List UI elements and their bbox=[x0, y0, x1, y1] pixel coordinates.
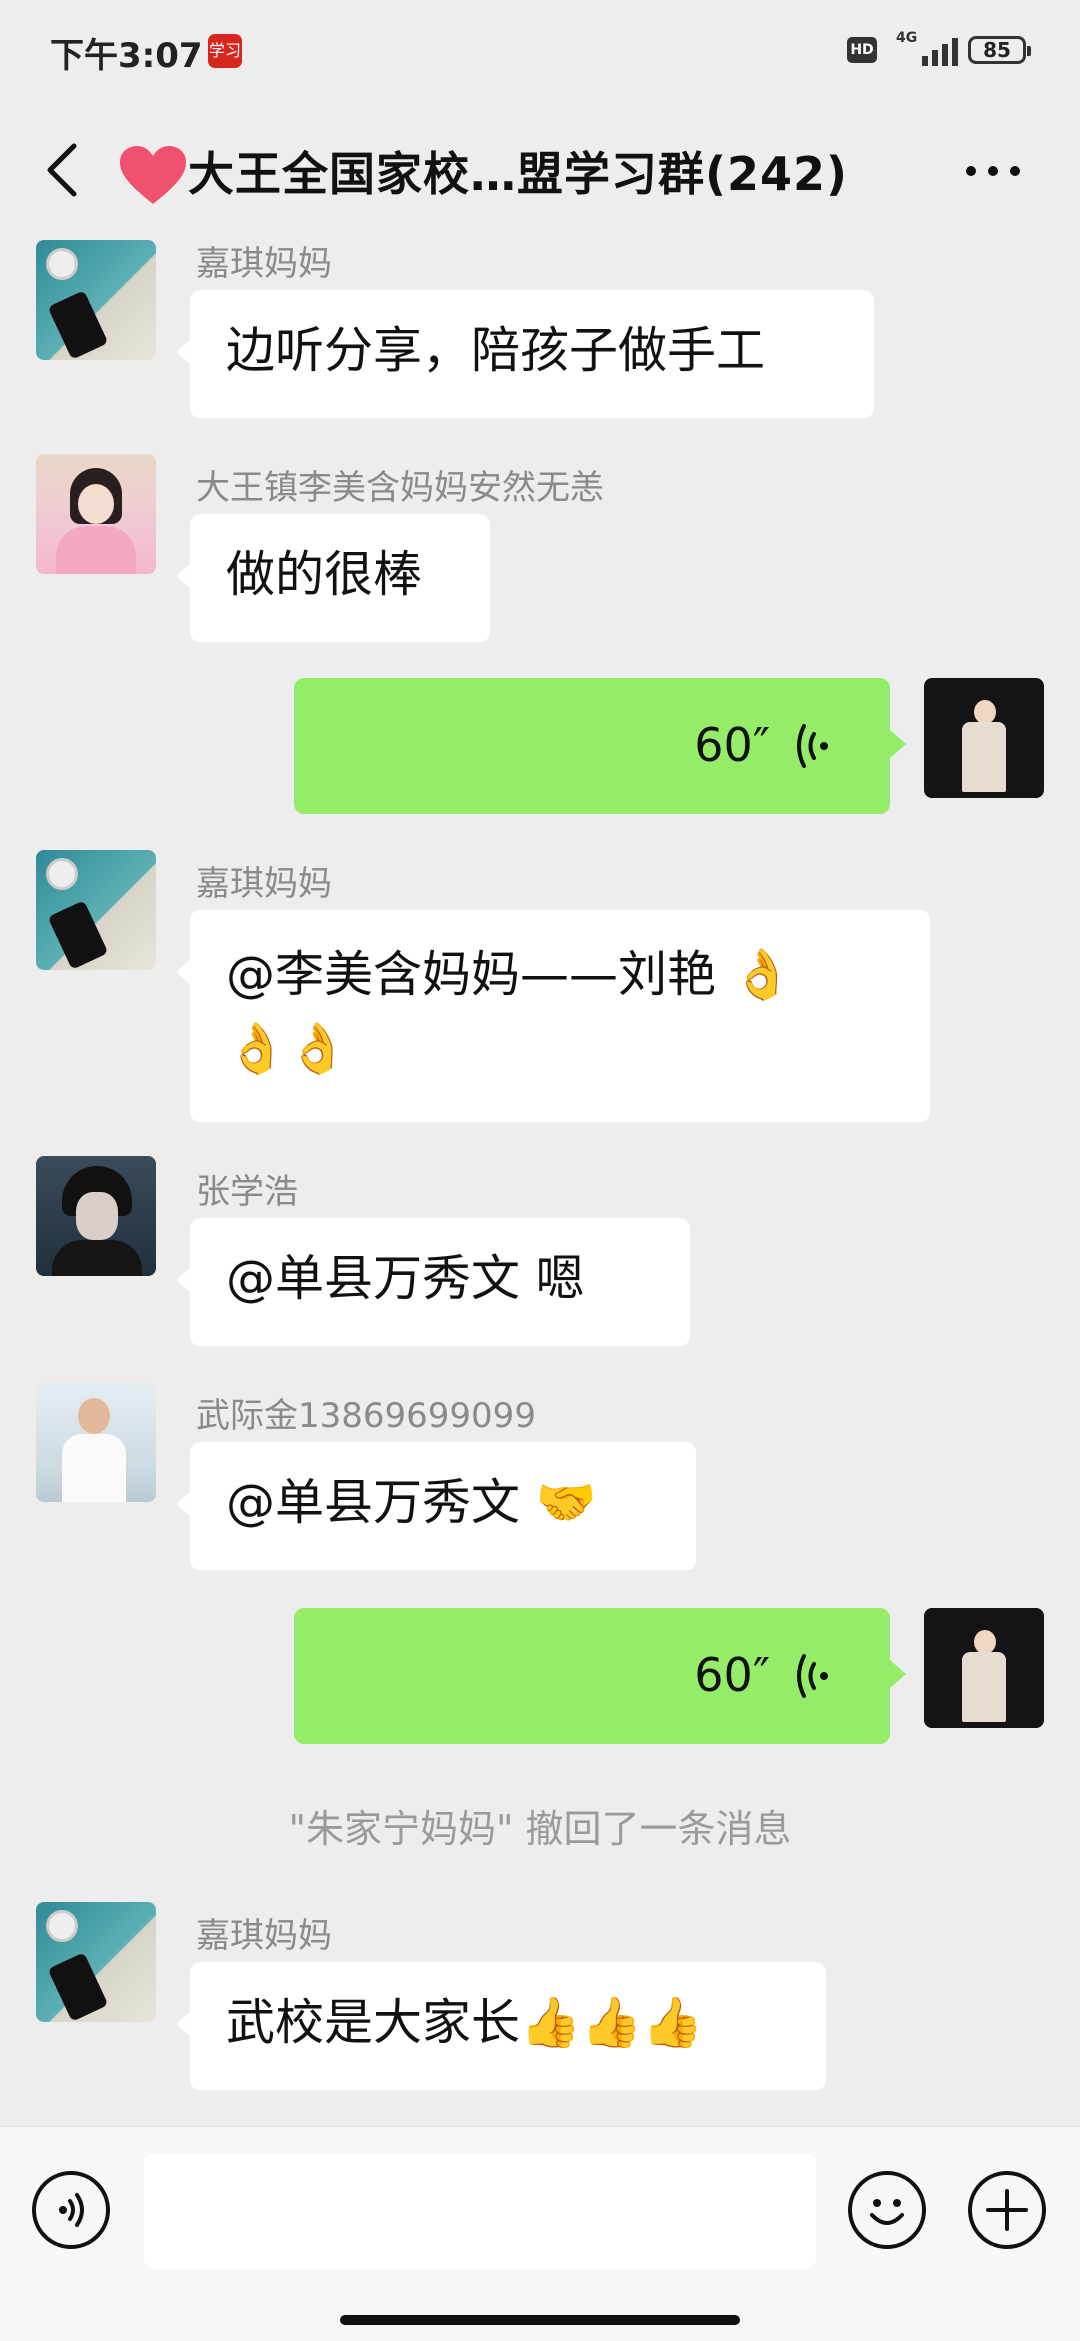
message-text: 边听分享，陪孩子做手工 bbox=[226, 322, 766, 379]
avatar[interactable] bbox=[36, 1902, 156, 2022]
message-text: @李美含妈妈——刘艳 👌 bbox=[226, 946, 793, 1003]
voice-wave-icon bbox=[797, 1654, 828, 1698]
status-bar: 下午3:07 学习 HD 4G 85 bbox=[0, 0, 1080, 100]
sender-name: 嘉琪妈妈 bbox=[196, 864, 332, 904]
message-text-line2: 👌👌 bbox=[226, 1020, 349, 1077]
message-bubble[interactable]: 武校是大家长👍👍👍 bbox=[176, 1962, 826, 2090]
voice-wave-icon bbox=[797, 724, 828, 768]
avatar[interactable] bbox=[36, 850, 156, 970]
chat-header: 大王全国家校…盟学习群(242) bbox=[0, 100, 1080, 238]
battery-icon: 85 bbox=[968, 36, 1031, 64]
home-indicator[interactable] bbox=[340, 2315, 740, 2325]
status-time: 下午3:07 bbox=[50, 36, 203, 76]
message-text: 做的很棒 bbox=[226, 546, 423, 603]
avatar[interactable] bbox=[36, 240, 156, 360]
voice-duration: 60″ bbox=[694, 718, 770, 772]
message-bubble[interactable]: @单县万秀文 嗯 bbox=[176, 1218, 690, 1346]
voice-duration: 60″ bbox=[694, 1648, 770, 1702]
my-avatar[interactable] bbox=[924, 1608, 1044, 1728]
sender-name: 张学浩 bbox=[196, 1172, 298, 1212]
voice-message-bubble[interactable]: 60″ bbox=[294, 678, 906, 814]
heart-icon bbox=[120, 146, 186, 204]
message-bubble[interactable]: @李美含妈妈——刘艳 👌 👌👌 bbox=[176, 910, 930, 1122]
message-text: @单县万秀文 🤝 bbox=[226, 1474, 597, 1531]
my-avatar[interactable] bbox=[924, 678, 1044, 798]
message-bubble[interactable]: 做的很棒 bbox=[176, 514, 490, 642]
hd-indicator: HD bbox=[847, 37, 877, 63]
app-notification-icon: 学习 bbox=[208, 34, 242, 68]
avatar[interactable] bbox=[36, 1382, 156, 1502]
sender-name: 武际金13869699099 bbox=[196, 1396, 536, 1436]
avatar[interactable] bbox=[36, 1156, 156, 1276]
sender-name: 大王镇李美含妈妈安然无恙 bbox=[196, 468, 604, 508]
recall-notice: "朱家宁妈妈" 撤回了一条消息 bbox=[288, 1807, 792, 1851]
back-icon[interactable] bbox=[38, 140, 90, 200]
voice-message-bubble[interactable]: 60″ bbox=[294, 1608, 906, 1744]
signal-icon bbox=[922, 38, 958, 66]
message-input[interactable] bbox=[144, 2153, 816, 2269]
message-bubble[interactable]: 边听分享，陪孩子做手工 bbox=[176, 290, 874, 418]
sender-name: 嘉琪妈妈 bbox=[196, 1916, 332, 1956]
message-text: 武校是大家长👍👍👍 bbox=[226, 1994, 704, 2051]
avatar[interactable] bbox=[36, 454, 156, 574]
more-icon[interactable] bbox=[960, 158, 1030, 184]
input-bar bbox=[0, 2126, 1080, 2341]
plus-icon[interactable] bbox=[968, 2171, 1046, 2249]
emoji-icon[interactable] bbox=[848, 2171, 926, 2249]
message-bubble[interactable]: @单县万秀文 🤝 bbox=[176, 1442, 696, 1570]
chat-title: 大王全国家校…盟学习群(242) bbox=[188, 147, 849, 201]
voice-input-icon[interactable] bbox=[32, 2171, 110, 2249]
network-type: 4G bbox=[896, 30, 918, 46]
message-text: @单县万秀文 嗯 bbox=[226, 1250, 585, 1307]
sender-name: 嘉琪妈妈 bbox=[196, 244, 332, 284]
